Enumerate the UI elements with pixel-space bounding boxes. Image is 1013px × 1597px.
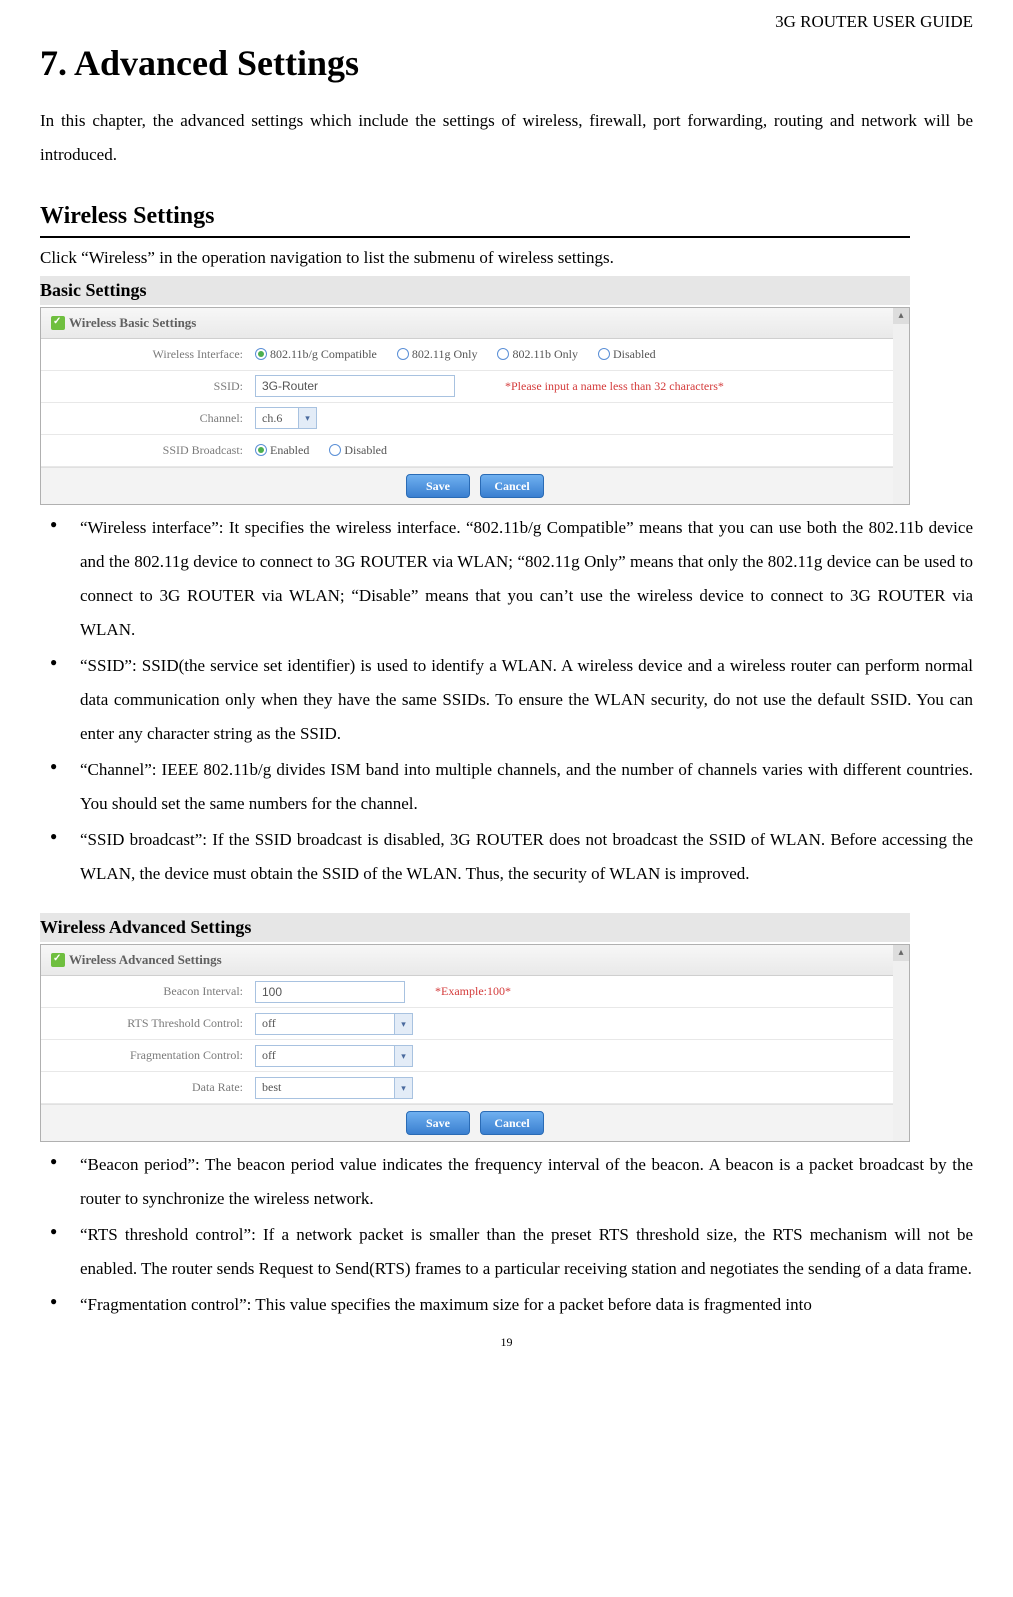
wireless-basic-panel: ▴ Wireless Basic Settings Wireless Inter… bbox=[40, 307, 910, 505]
vertical-scrollbar[interactable]: ▴ bbox=[893, 945, 909, 1141]
ssid-hint: *Please input a name less than 32 charac… bbox=[505, 378, 724, 395]
fragmentation-label: Fragmentation Control: bbox=[41, 1047, 255, 1064]
chevron-down-icon: ▾ bbox=[394, 1078, 412, 1098]
scroll-up-icon[interactable]: ▴ bbox=[893, 945, 909, 961]
list-item: “Beacon period”: The beacon period value… bbox=[40, 1148, 973, 1216]
panel-title: Wireless Basic Settings bbox=[69, 314, 196, 332]
radio-icon bbox=[598, 348, 610, 360]
panel-titlebar: Wireless Advanced Settings bbox=[41, 945, 909, 976]
list-item: “Wireless interface”: It specifies the w… bbox=[40, 511, 973, 647]
data-rate-label: Data Rate: bbox=[41, 1079, 255, 1096]
radio-icon bbox=[497, 348, 509, 360]
ssid-label: SSID: bbox=[41, 378, 255, 395]
radio-broadcast-disabled[interactable]: Disabled bbox=[329, 442, 387, 459]
wireless-interface-label: Wireless Interface: bbox=[41, 346, 255, 363]
list-item: “RTS threshold control”: If a network pa… bbox=[40, 1218, 973, 1286]
chevron-down-icon: ▾ bbox=[394, 1014, 412, 1034]
channel-label: Channel: bbox=[41, 410, 255, 427]
list-item: “Fragmentation control”: This value spec… bbox=[40, 1288, 973, 1322]
button-bar: Save Cancel bbox=[41, 467, 909, 504]
rate-value: best bbox=[262, 1079, 281, 1096]
advanced-settings-bullets: “Beacon period”: The beacon period value… bbox=[40, 1148, 973, 1322]
chevron-down-icon: ▾ bbox=[298, 408, 316, 428]
page-number: 19 bbox=[40, 1334, 973, 1351]
radio-icon bbox=[329, 444, 341, 456]
data-rate-select[interactable]: best ▾ bbox=[255, 1077, 413, 1099]
section-wireless-settings: Wireless Settings bbox=[40, 200, 910, 238]
cancel-button[interactable]: Cancel bbox=[480, 474, 544, 498]
beacon-interval-input[interactable] bbox=[255, 981, 405, 1003]
list-item: “Channel”: IEEE 802.11b/g divides ISM ba… bbox=[40, 753, 973, 821]
chevron-down-icon: ▾ bbox=[394, 1046, 412, 1066]
panel-title: Wireless Advanced Settings bbox=[69, 951, 222, 969]
vertical-scrollbar[interactable]: ▴ bbox=[893, 308, 909, 504]
wireless-advanced-panel: ▴ Wireless Advanced Settings Beacon Inte… bbox=[40, 944, 910, 1142]
radio-80211bg-compatible[interactable]: 802.11b/g Compatible bbox=[255, 346, 377, 363]
save-button[interactable]: Save bbox=[406, 474, 470, 498]
list-item: “SSID broadcast”: If the SSID broadcast … bbox=[40, 823, 973, 891]
radio-disabled[interactable]: Disabled bbox=[598, 346, 656, 363]
radio-80211b-only[interactable]: 802.11b Only bbox=[497, 346, 578, 363]
radio-icon bbox=[255, 444, 267, 456]
button-bar: Save Cancel bbox=[41, 1104, 909, 1141]
doc-header: 3G ROUTER USER GUIDE bbox=[40, 10, 973, 34]
radio-80211g-only[interactable]: 802.11g Only bbox=[397, 346, 478, 363]
chapter-intro: In this chapter, the advanced settings w… bbox=[40, 104, 973, 172]
chapter-title: 7. Advanced Settings bbox=[40, 38, 973, 88]
check-icon bbox=[51, 316, 65, 330]
subsection-basic-settings: Basic Settings bbox=[40, 276, 910, 305]
beacon-hint: *Example:100* bbox=[435, 983, 511, 1000]
save-button[interactable]: Save bbox=[406, 1111, 470, 1135]
fragmentation-select[interactable]: off ▾ bbox=[255, 1045, 413, 1067]
beacon-interval-label: Beacon Interval: bbox=[41, 983, 255, 1000]
radio-icon bbox=[255, 348, 267, 360]
channel-value: ch.6 bbox=[262, 410, 282, 427]
frag-value: off bbox=[262, 1047, 276, 1064]
ssid-input[interactable] bbox=[255, 375, 455, 397]
rts-threshold-select[interactable]: off ▾ bbox=[255, 1013, 413, 1035]
section-intro: Click “Wireless” in the operation naviga… bbox=[40, 246, 973, 270]
radio-broadcast-enabled[interactable]: Enabled bbox=[255, 442, 309, 459]
basic-settings-bullets: “Wireless interface”: It specifies the w… bbox=[40, 511, 973, 891]
cancel-button[interactable]: Cancel bbox=[480, 1111, 544, 1135]
scroll-up-icon[interactable]: ▴ bbox=[893, 308, 909, 324]
radio-icon bbox=[397, 348, 409, 360]
rts-threshold-label: RTS Threshold Control: bbox=[41, 1015, 255, 1032]
channel-select[interactable]: ch.6 ▾ bbox=[255, 407, 317, 429]
check-icon bbox=[51, 953, 65, 967]
panel-titlebar: Wireless Basic Settings bbox=[41, 308, 909, 339]
rts-value: off bbox=[262, 1015, 276, 1032]
ssid-broadcast-label: SSID Broadcast: bbox=[41, 442, 255, 459]
subsection-advanced-settings: Wireless Advanced Settings bbox=[40, 913, 910, 942]
list-item: “SSID”: SSID(the service set identifier)… bbox=[40, 649, 973, 751]
